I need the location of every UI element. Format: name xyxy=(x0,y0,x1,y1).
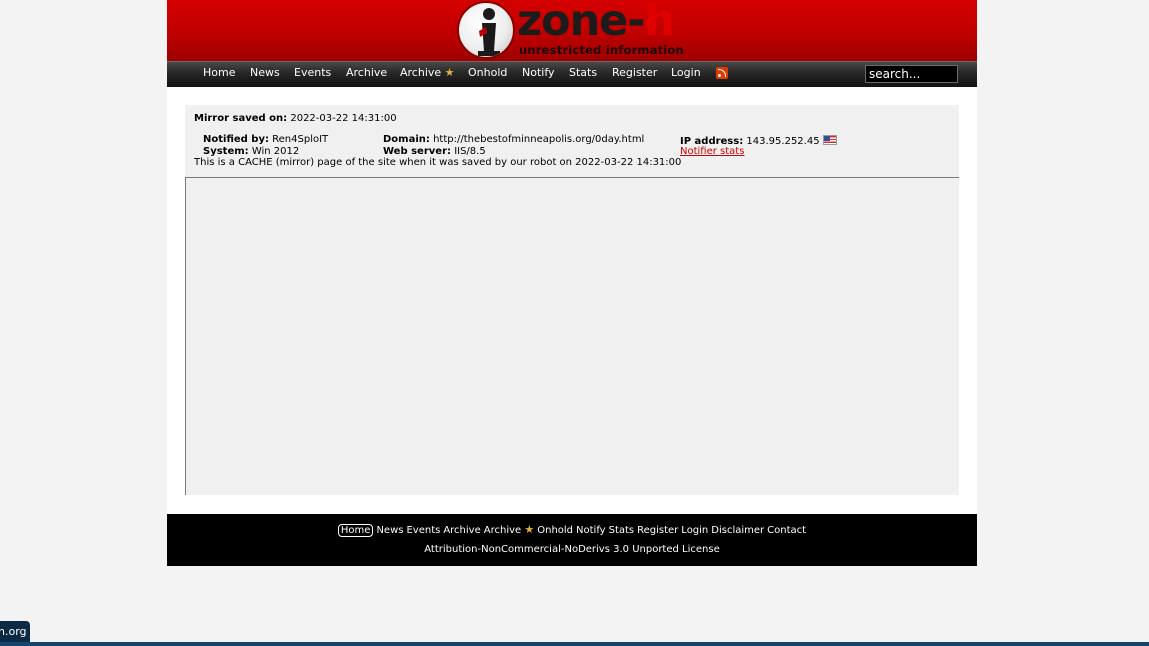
mirror-saved-line: Mirror saved on: 2022-03-22 14:31:00 xyxy=(194,113,397,124)
page-container: zone-h unrestricted information Home New… xyxy=(167,0,977,566)
nav-onhold[interactable]: Onhold xyxy=(468,66,507,79)
web-server-label: Web server: xyxy=(383,146,451,157)
domain-value: http://thebestofminneapolis.org/0day.htm… xyxy=(433,134,645,145)
logo-wordmark: zone-h xyxy=(517,0,675,46)
site-footer: Home News Events Archive Archive ★ Onhol… xyxy=(167,514,977,566)
footer-link-archive-special[interactable]: Archive ★ xyxy=(484,523,534,536)
footer-link-register[interactable]: Register xyxy=(637,525,678,536)
footer-link-contact[interactable]: Contact xyxy=(767,525,806,536)
us-flag-icon xyxy=(822,135,837,145)
corner-domain-tag[interactable]: n.org xyxy=(0,621,30,643)
nav-events[interactable]: Events xyxy=(294,66,331,79)
search-input[interactable] xyxy=(865,65,958,83)
web-server-line: Web server: IIS/8.5 xyxy=(383,146,486,157)
footer-link-onhold[interactable]: Onhold xyxy=(537,525,573,536)
system-label: System: xyxy=(203,146,249,157)
footer-link-events[interactable]: Events xyxy=(406,525,440,536)
logo-emblem-icon xyxy=(457,1,515,59)
nav-login[interactable]: Login xyxy=(671,66,701,79)
rss-icon[interactable] xyxy=(716,67,728,79)
star-icon: ★ xyxy=(444,66,455,79)
footer-link-login[interactable]: Login xyxy=(681,525,708,536)
cache-note: This is a CACHE (mirror) page of the sit… xyxy=(194,157,682,168)
footer-link-archive[interactable]: Archive xyxy=(443,525,480,536)
mirror-frame[interactable] xyxy=(185,177,959,495)
nav-archive-special-label: Archive xyxy=(400,66,442,79)
main-nav: Home News Events Archive Archive ★ Onhol… xyxy=(167,61,977,87)
nav-home[interactable]: Home xyxy=(203,66,235,79)
footer-link-stats[interactable]: Stats xyxy=(609,525,635,536)
footer-link-archive-special-label: Archive xyxy=(483,525,522,536)
nav-news[interactable]: News xyxy=(250,66,280,79)
footer-link-home[interactable]: Home xyxy=(337,524,374,537)
notifier-stats-link[interactable]: Notifier stats xyxy=(680,146,744,157)
nav-register[interactable]: Register xyxy=(612,66,657,79)
star-icon: ★ xyxy=(524,523,535,536)
site-header: zone-h unrestricted information xyxy=(167,0,977,61)
nav-stats[interactable]: Stats xyxy=(569,66,597,79)
footer-link-news[interactable]: News xyxy=(376,525,403,536)
system-line: System: Win 2012 xyxy=(203,146,299,157)
mirror-info-panel: Mirror saved on: 2022-03-22 14:31:00 Not… xyxy=(185,105,959,177)
notified-by-label: Notified by: xyxy=(203,134,269,145)
nav-archive-special[interactable]: Archive ★ xyxy=(400,66,455,79)
footer-link-disclaimer[interactable]: Disclaimer xyxy=(711,525,764,536)
mirror-saved-value: 2022-03-22 14:31:00 xyxy=(290,113,397,124)
web-server-value: IIS/8.5 xyxy=(454,146,486,157)
notified-by-line: Notified by: Ren4SploIT xyxy=(203,134,328,145)
logo-i-glyph xyxy=(478,8,500,56)
license-link[interactable]: Attribution-NonCommercial-NoDerivs 3.0 U… xyxy=(167,544,977,555)
notified-by-value: Ren4SploIT xyxy=(272,134,329,145)
zone-h-logo[interactable]: zone-h unrestricted information xyxy=(457,0,689,61)
system-value: Win 2012 xyxy=(251,146,300,157)
ip-address-value: 143.95.252.45 xyxy=(746,136,820,147)
footer-links: Home News Events Archive Archive ★ Onhol… xyxy=(167,523,977,537)
mirror-saved-label: Mirror saved on: xyxy=(194,113,288,124)
logo-tagline: unrestricted information xyxy=(519,43,684,57)
nav-archive[interactable]: Archive xyxy=(346,66,387,79)
corner-domain-text: n.org xyxy=(0,625,27,638)
nav-notify[interactable]: Notify xyxy=(522,66,555,79)
domain-label: Domain: xyxy=(383,134,430,145)
bottom-bar xyxy=(0,642,1149,646)
notifier-stats-line: Notifier stats xyxy=(680,146,744,157)
footer-link-notify[interactable]: Notify xyxy=(576,525,606,536)
domain-line: Domain: http://thebestofminneapolis.org/… xyxy=(383,134,644,145)
